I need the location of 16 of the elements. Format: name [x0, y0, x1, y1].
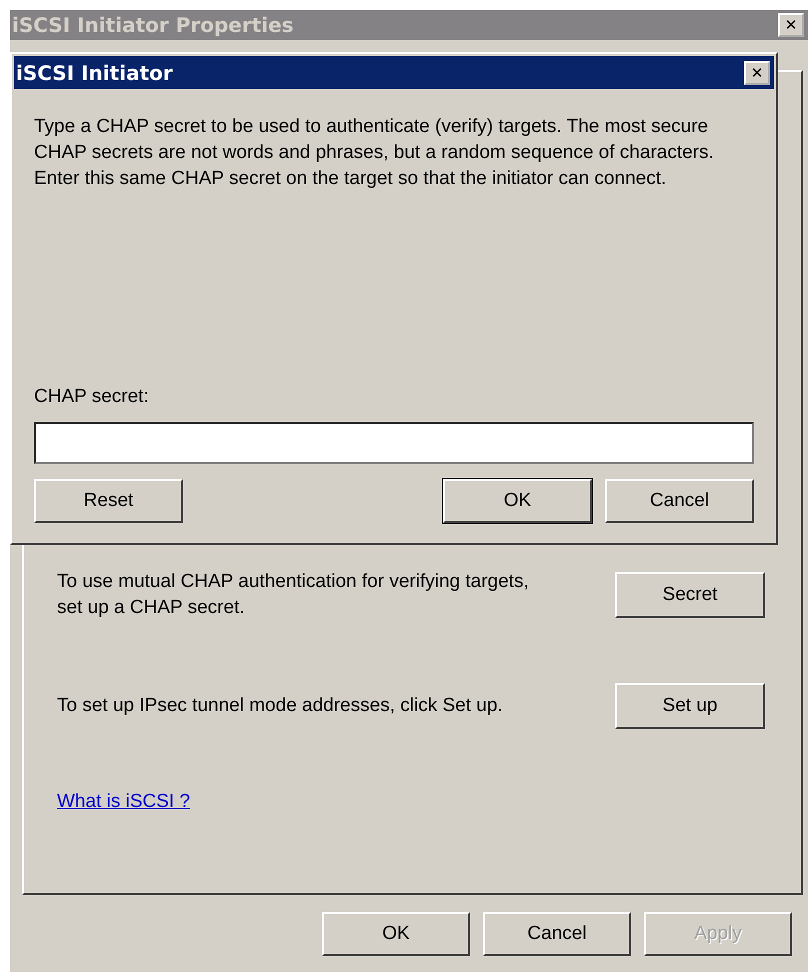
dialog-title: iSCSI Initiator — [16, 60, 173, 84]
secret-field[interactable] — [34, 422, 754, 464]
dialog-button[interactable]: OK — [443, 479, 592, 523]
instruction-text: To set up IPsec tunnel mode addresses, click Set up. — [57, 694, 504, 718]
message-text: Type a CHAP secret to be used to authenticate (verify) targets. The most secure CHAP secrets are not words and phrases, but a random sequence of characters. Enter this same CHAP secret on the target so that the initiator can connect. — [34, 115, 715, 191]
field-label: CHAP secret: — [34, 386, 150, 408]
window-title: iSCSI Initiator Properties — [12, 13, 294, 37]
close-button[interactable]: ✕ — [744, 60, 770, 84]
dialog-button[interactable]: Cancel — [483, 912, 631, 956]
instruction-text: To use mutual CHAP authentication for verifying targets, set up a CHAP secret. — [57, 570, 530, 620]
dialog-button[interactable]: OK — [322, 912, 470, 956]
dialog-button[interactable]: Reset — [34, 479, 183, 523]
action-button[interactable]: Secret — [615, 572, 765, 618]
action-button[interactable]: Set up — [615, 683, 765, 729]
dialog-button[interactable]: Cancel — [605, 479, 754, 523]
help-link[interactable]: What is iSCSI ? — [57, 791, 190, 813]
